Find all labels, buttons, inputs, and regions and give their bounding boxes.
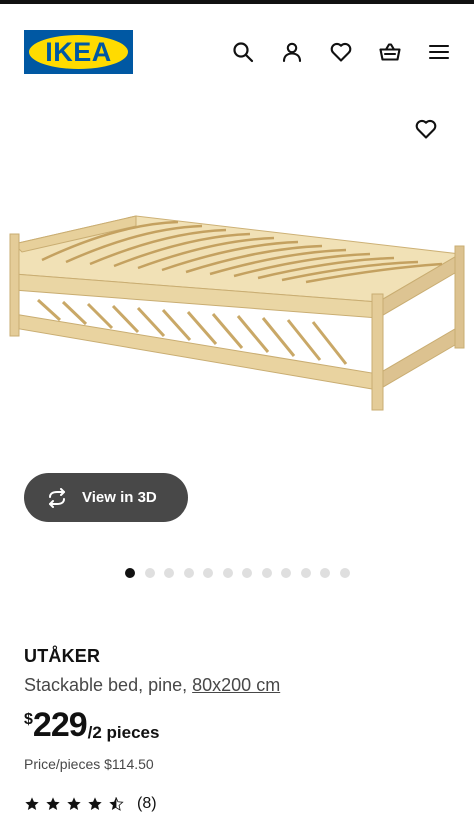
basket-icon[interactable] [376,38,404,66]
user-icon[interactable] [278,38,306,66]
pagination-dot[interactable] [183,568,194,578]
logo-text: IKEA [45,36,112,67]
pagination-dot[interactable] [203,568,213,578]
price-unit: /2 pieces [87,723,160,742]
product-description-text: Stackable bed, pine, [24,675,188,695]
add-to-favourites-heart-icon[interactable] [411,114,441,144]
view-in-3d-label: View in 3D [82,489,157,506]
heart-icon[interactable] [327,38,355,66]
pagination-dot[interactable] [242,568,252,578]
logo-oval: IKEA [29,35,128,69]
search-icon[interactable] [229,38,257,66]
star-half-icon [109,797,124,811]
pagination-dot[interactable] [300,568,311,578]
product-description: Stackable bed, pine, 80x200 cm [24,675,280,696]
product-rating[interactable]: (8) [24,795,157,813]
product-gallery[interactable]: View in 3D [0,94,474,594]
view-in-3d-button[interactable]: View in 3D [24,473,188,522]
pagination-dot[interactable] [261,568,272,578]
pagination-dot[interactable] [125,568,135,578]
rotate-3d-icon [49,487,65,508]
price-currency: $ [24,711,33,728]
site-header: IKEA [0,4,474,94]
pagination-dot[interactable] [320,568,330,578]
product-name: UTÅKER [24,646,101,666]
pagination-dot[interactable] [281,568,291,578]
pagination-dot[interactable] [164,568,174,578]
star-full-icon [25,797,39,810]
menu-icon[interactable] [425,38,453,66]
pagination-dot[interactable] [339,568,350,578]
product-size-link[interactable]: 80x200 cm [192,675,280,695]
review-count: (8) [137,795,157,812]
star-full-icon [46,797,60,810]
gallery-pagination-dots[interactable] [125,568,350,578]
product-image-stackable-bed [9,215,465,411]
star-full-icon [67,797,81,810]
price-amount: 229 [32,706,88,744]
ikea-logo[interactable]: IKEA [24,30,133,74]
price-per-piece: Price/pieces $114.50 [24,756,154,772]
pagination-dot[interactable] [144,568,155,578]
pagination-dot[interactable] [222,568,233,578]
star-full-icon [88,797,102,810]
product-price: $ 229 /2 pieces [24,708,159,743]
